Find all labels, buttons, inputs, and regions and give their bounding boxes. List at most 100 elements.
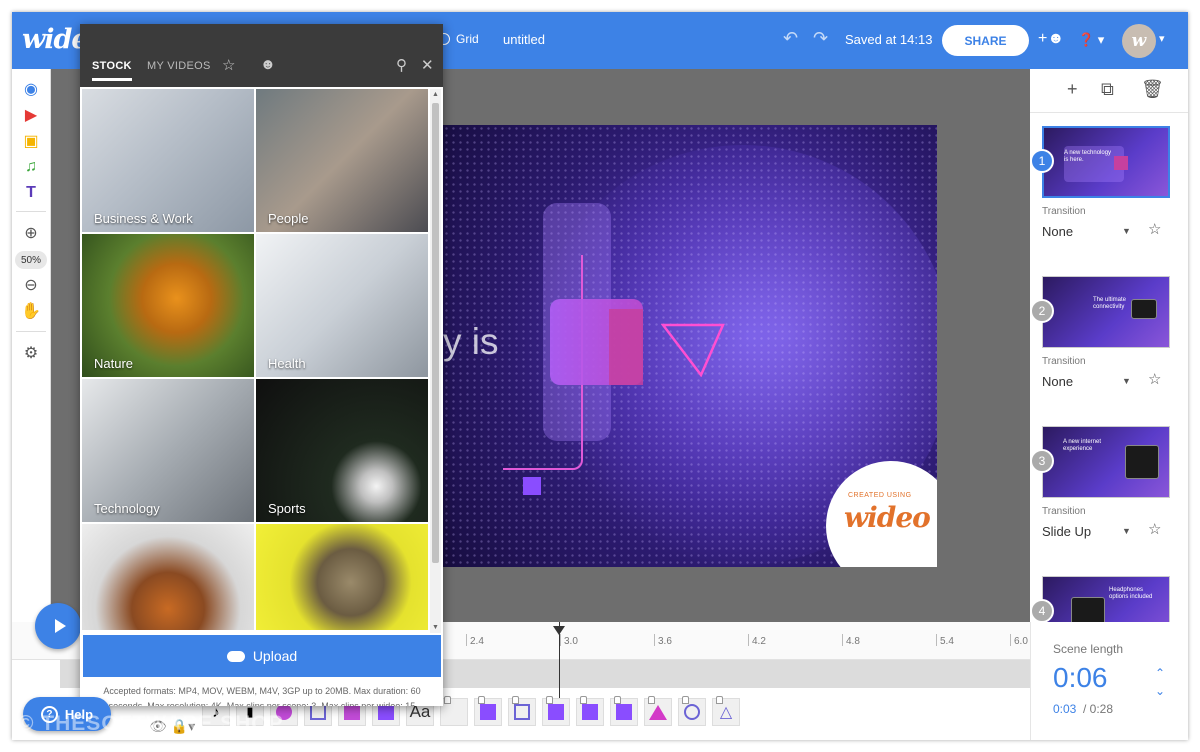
purple-square-layer[interactable] [474,696,502,726]
chevron-down-icon[interactable]: ▼ [1122,226,1131,236]
text-icon[interactable]: T [21,183,41,203]
scene-thumbnail[interactable]: A new technology is here. [1042,126,1170,198]
zoom-in-icon[interactable]: ⊕ [21,223,41,243]
scene-item[interactable]: The ultimate connectivity 2 Transition N… [1030,276,1188,426]
play-button[interactable] [35,603,81,649]
category-tile-animals[interactable] [256,524,428,630]
tab-stock[interactable]: STOCK [92,60,132,81]
triangle-outline-layer[interactable]: △ [712,696,740,726]
triangle-layer[interactable] [644,696,672,726]
purple-square-layer[interactable] [610,696,638,726]
people-icon[interactable]: ☻ [260,56,276,73]
avatar[interactable]: w [1122,24,1156,58]
playhead[interactable] [553,622,565,706]
category-label: Business & Work [94,211,193,226]
category-tile-business[interactable]: Business & Work [82,89,254,232]
purple-square-layer[interactable] [542,696,570,726]
search-icon[interactable]: ⚲ [396,56,407,74]
square-shape-icon [378,704,394,720]
scene-thumbnail[interactable]: The ultimate connectivity [1042,276,1170,348]
video-icon[interactable]: ▶ [21,105,41,125]
magenta-card[interactable] [609,309,643,385]
scene-length-value[interactable]: 0:06 [1053,662,1108,694]
hand-icon[interactable]: ✋ [21,301,41,321]
scene-item[interactable]: A new technology is here. 1 Transition N… [1030,126,1188,276]
help-menu-icon[interactable]: ❓ ▾ [1078,32,1104,48]
accepted-formats-note: Accepted formats: MP4, MOV, WEBM, M4V, 3… [103,686,421,706]
triangle-outline-icon: △ [719,704,733,721]
document-title[interactable]: untitled [503,32,545,47]
square-outline-icon [310,704,326,720]
star-icon[interactable]: ☆ [222,56,235,74]
chevron-down-icon[interactable]: ▾ [1159,32,1165,45]
music-icon[interactable]: ♫ [21,157,41,177]
scene-caption: A new internet experience [1063,439,1102,453]
scene-thumbnail[interactable]: A new internet experience [1042,426,1170,498]
scene-number: 1 [1030,149,1054,173]
scenes-panel: + ⧉ 🗑 A new technology is here. 1 Transi… [1030,69,1188,622]
add-scene-icon[interactable]: + [1067,79,1078,100]
share-label: SHARE [964,33,1007,48]
transition-select[interactable]: None [1042,374,1073,389]
chevron-down-icon[interactable]: ⌄ [1155,684,1165,698]
chevron-up-icon[interactable]: ⌃ [1155,666,1165,680]
duplicate-scene-icon[interactable]: ⧉ [1101,79,1114,100]
star-icon[interactable]: ☆ [1148,370,1161,388]
upload-button[interactable]: Upload [83,635,441,677]
transition-label: Transition [1042,206,1086,217]
scene-number: 4 [1030,599,1054,622]
star-icon[interactable]: ☆ [1148,520,1161,538]
square-outline-layer[interactable] [508,696,536,726]
square-shape-icon [480,704,496,720]
circle-outline-layer[interactable] [678,696,706,726]
transition-select[interactable]: Slide Up [1042,524,1091,539]
category-tile-people[interactable]: People [256,89,428,232]
ruler-tick: 6.0 [1010,634,1028,647]
share-button[interactable]: SHARE [942,25,1172,235]
image-icon[interactable]: ▣ [21,131,41,151]
canvas-headline[interactable]: y is [443,321,499,363]
tab-my-videos[interactable]: MY VIDEOS [147,60,211,72]
upload-label: Upload [252,648,298,664]
category-tile-holidays[interactable] [82,524,254,630]
transition-select[interactable]: None [1042,224,1073,239]
scene-canvas[interactable]: y is CREATED USING wideo [443,125,937,567]
category-tile-nature[interactable]: Nature [82,234,254,377]
scene-thumbnail[interactable]: Headphones options included [1042,576,1170,622]
scrollbar[interactable]: ▲ ▼ [430,89,441,633]
zoom-level: 50% [15,251,47,269]
scroll-up-icon[interactable]: ▲ [432,91,439,98]
redo-icon[interactable]: ↷ [813,28,828,49]
chevron-down-icon[interactable]: ▼ [1122,526,1131,536]
zoom-out-icon[interactable]: ⊖ [21,275,41,295]
delete-scene-icon[interactable]: 🗑 [1141,79,1164,100]
saved-status: Saved at 14:13 [845,32,933,47]
purple-square-layer[interactable] [576,696,604,726]
scrollbar-thumb[interactable] [432,103,439,563]
triangle-outline[interactable] [661,323,725,377]
thumb-device [1131,299,1157,319]
category-tile-technology[interactable]: Technology [82,379,254,522]
close-icon[interactable]: ✕ [421,56,434,74]
scene-item[interactable]: A new internet experience 3 Transition S… [1030,426,1188,576]
category-tile-health[interactable]: Health [256,234,428,377]
scroll-down-icon[interactable]: ▼ [432,624,439,631]
grid-toggle[interactable]: Grid [438,32,479,46]
ruler-tick: 4.8 [842,634,860,647]
undo-icon[interactable]: ↶ [783,28,798,49]
star-icon[interactable]: ☆ [1148,220,1161,238]
category-tile-sports[interactable]: Sports [256,379,428,522]
empty-layer[interactable] [440,696,468,726]
media-library-panel: STOCK MY VIDEOS ☆ ☻ ⚲ ✕ Business & Work … [80,24,443,706]
camera-icon[interactable]: ◉ [21,79,41,99]
add-user-icon[interactable]: +☻ [1038,30,1064,48]
transition-label: Transition [1042,356,1086,367]
scene-caption: Headphones options included [1109,587,1153,601]
scene-item[interactable]: Headphones options included 4 [1030,576,1188,622]
scene-tools: + ⧉ 🗑 [1030,69,1188,113]
total-time: / 0:28 [1083,702,1114,716]
purple-square[interactable] [523,477,541,495]
chevron-down-icon[interactable]: ▼ [1122,376,1131,386]
square-shape-icon [344,704,360,720]
gear-icon[interactable]: ⚙ [21,343,41,363]
